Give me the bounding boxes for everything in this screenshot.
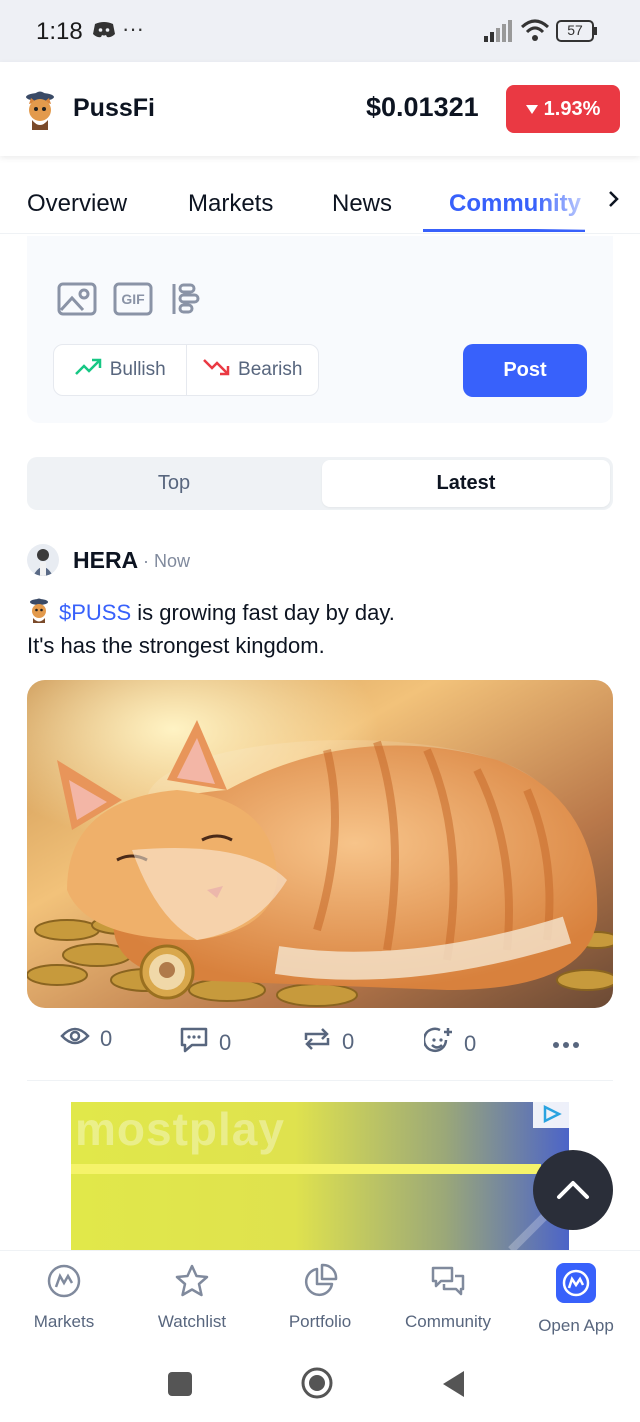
repost-button[interactable]: 0 [302, 1026, 354, 1058]
post-author[interactable]: HERA [73, 547, 138, 574]
post-composer: GIF Bullish Bearish Post [27, 236, 613, 423]
tab-markets[interactable]: Markets [188, 190, 273, 218]
chat-bubbles-icon [430, 1263, 466, 1304]
post-text-line2: It's has the strongest kingdom. [27, 633, 325, 658]
post-button[interactable]: Post [463, 344, 587, 397]
tab-latest[interactable]: Latest [322, 460, 610, 507]
coin-name: PussFi [73, 94, 155, 122]
status-more: ··· [122, 16, 144, 41]
sentiment-selector: Bullish Bearish [53, 344, 319, 396]
home-icon[interactable] [300, 1366, 334, 1405]
nav-community-label: Community [405, 1312, 491, 1331]
pussfi-logo [22, 90, 58, 130]
price-change-value: 1.93% [543, 97, 601, 120]
add-reaction-icon [422, 1026, 454, 1062]
bearish-button[interactable]: Bearish [185, 345, 319, 395]
tab-top[interactable]: Top [27, 457, 321, 510]
post-divider [27, 1080, 613, 1081]
markets-icon [46, 1263, 82, 1304]
pie-chart-icon [302, 1263, 338, 1304]
caret-down-icon [525, 98, 538, 121]
post-text-line1: $PUSS is growing fast day by day. [27, 597, 395, 629]
post-time: · Now [143, 551, 191, 571]
views-count: 0 [100, 1026, 113, 1051]
section-tabs: Overview Markets News Community [0, 170, 640, 234]
bearish-label: Bearish [238, 359, 303, 380]
reposts-count: 0 [342, 1029, 355, 1054]
app-logo-icon [556, 1263, 596, 1308]
nav-watchlist[interactable]: Watchlist [128, 1263, 256, 1332]
battery-icon: 57 [556, 20, 598, 42]
status-bar: 1:18 ··· 57 [0, 0, 640, 62]
gif-icon[interactable]: GIF [113, 282, 153, 316]
post-image[interactable] [27, 680, 613, 1008]
reactions-count: 0 [464, 1031, 477, 1056]
coin-price: $0.01321 [366, 92, 479, 122]
more-options-icon[interactable] [552, 1036, 580, 1054]
tab-news[interactable]: News [332, 190, 392, 218]
coin-header: PussFi $0.01321 1.93% [0, 62, 640, 156]
recent-apps-icon[interactable] [168, 1372, 192, 1401]
nav-community[interactable]: Community [384, 1263, 512, 1332]
gif-label: GIF [121, 291, 145, 307]
nav-portfolio[interactable]: Portfolio [256, 1263, 384, 1332]
nav-portfolio-label: Portfolio [288, 1312, 352, 1331]
comment-icon [179, 1026, 209, 1060]
scroll-to-top-button[interactable] [533, 1150, 613, 1230]
status-time: 1:18 [36, 18, 83, 45]
system-navigation-bar [0, 1348, 640, 1422]
nav-watchlist-label: Watchlist [157, 1312, 227, 1331]
puss-coin-icon [27, 597, 51, 629]
nav-open-app-label: Open App [538, 1316, 614, 1335]
react-button[interactable]: 0 [422, 1026, 477, 1062]
cashtag-link[interactable]: $PUSS [59, 600, 131, 625]
nav-open-app[interactable]: Open App [512, 1263, 640, 1336]
nav-markets-label: Markets [33, 1312, 95, 1331]
comment-button[interactable]: 0 [179, 1026, 231, 1060]
discord-icon [92, 20, 116, 45]
trend-up-icon [74, 358, 102, 382]
comments-count: 0 [219, 1030, 232, 1055]
image-icon[interactable] [57, 282, 97, 321]
chevron-right-icon[interactable] [603, 188, 625, 210]
battery-level: 57 [567, 22, 583, 38]
bullish-button[interactable]: Bullish [54, 345, 186, 395]
price-change-badge: 1.93% [506, 85, 620, 133]
tabs-fade [535, 170, 605, 230]
star-icon [174, 1263, 210, 1304]
wifi-icon [520, 18, 550, 47]
signal-icon [484, 20, 514, 47]
post-body-1: is growing fast day by day. [131, 600, 395, 625]
bottom-nav: Markets Watchlist Portfolio Community Op… [0, 1250, 640, 1348]
bullish-label: Bullish [109, 359, 166, 380]
feed-toggle: Top Latest [27, 457, 613, 510]
nav-markets[interactable]: Markets [0, 1263, 128, 1332]
trend-down-icon [202, 358, 230, 382]
ad-brand: mostplay [75, 1103, 285, 1155]
repost-icon [302, 1026, 332, 1058]
poll-icon[interactable] [171, 282, 201, 321]
tab-overview[interactable]: Overview [27, 190, 127, 218]
ad-banner[interactable]: mostplay [71, 1102, 569, 1250]
back-icon[interactable] [442, 1370, 466, 1403]
eye-icon [60, 1026, 90, 1052]
views-stat: 0 [60, 1026, 112, 1052]
avatar[interactable] [27, 544, 59, 576]
